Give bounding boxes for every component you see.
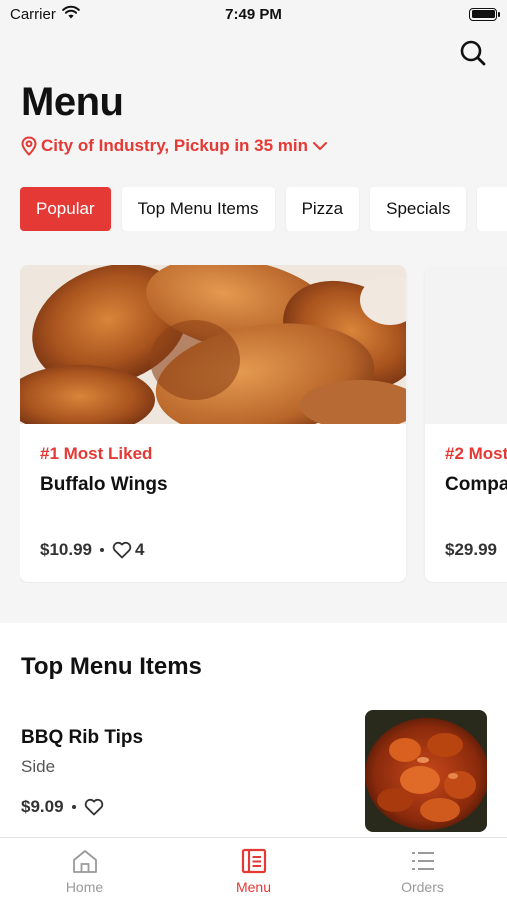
tab-pizza[interactable]: Pizza — [285, 187, 360, 231]
menu-book-icon — [241, 848, 267, 874]
bbq-rib-tips-image — [365, 710, 487, 832]
menu-item[interactable]: BBQ Rib Tips Side $9.09 — [0, 709, 507, 837]
tabbar-orders[interactable]: Orders — [338, 838, 507, 900]
section-title: Top Menu Items — [21, 653, 202, 680]
item-meta: $9.09 — [21, 797, 104, 817]
like-button[interactable] — [84, 798, 104, 816]
top-menu-section: Top Menu Items BBQ Rib Tips Side $9.09 — [0, 623, 507, 837]
card-meta: $29.99 — [445, 540, 497, 560]
carrier-label: Carrier — [10, 5, 56, 23]
home-icon — [71, 848, 99, 874]
featured-carousel[interactable]: #1 Most Liked Buffalo Wings $10.99 4 #2 … — [20, 265, 507, 583]
tab-label: Specials — [386, 199, 451, 218]
likes-group[interactable]: 4 — [112, 540, 144, 560]
tab-label: Pizza — [301, 199, 344, 218]
item-price: $9.09 — [21, 797, 64, 816]
tabbar-label: Menu — [235, 879, 272, 895]
heart-icon — [84, 798, 103, 816]
list-icon — [410, 848, 436, 874]
card-body: #1 Most Liked Buffalo Wings $10.99 4 — [20, 424, 406, 582]
separator-dot — [71, 805, 76, 809]
tabbar-home[interactable]: Home — [0, 838, 169, 900]
search-button[interactable] — [456, 36, 490, 70]
category-tabs: Popular Top Menu Items Pizza Specials — [20, 187, 507, 231]
separator-dot — [100, 548, 104, 552]
card-rank: #2 Most Liked — [445, 444, 507, 463]
tab-label: Popular — [36, 199, 95, 218]
card-price: $29.99 — [445, 540, 497, 559]
tabbar-label: Orders — [401, 879, 444, 895]
tab-specials[interactable]: Specials — [370, 187, 467, 231]
card-title: Buffalo Wings — [40, 474, 168, 495]
card-price: $10.99 — [40, 540, 92, 559]
card-rank: #1 Most Liked — [40, 444, 153, 463]
card-body: #2 Most Liked Compa $29.99 — [425, 424, 507, 582]
tab-top-menu-items[interactable]: Top Menu Items — [121, 187, 275, 231]
tab-label: Top Menu Items — [137, 199, 259, 218]
bottom-tab-bar: Home Menu Orders — [0, 837, 507, 900]
location-label: City of Industry, Pickup in 35 min — [41, 136, 309, 155]
likes-count: 4 — [135, 540, 145, 559]
battery-icon — [469, 7, 500, 21]
item-category: Side — [21, 757, 56, 776]
heart-icon — [112, 541, 132, 559]
search-icon — [460, 40, 486, 66]
status-bar: Carrier 7:49 PM — [0, 0, 507, 28]
featured-card[interactable]: #1 Most Liked Buffalo Wings $10.99 4 — [20, 265, 406, 582]
wifi-icon — [62, 5, 80, 23]
chevron-down-icon — [313, 142, 328, 150]
location-selector[interactable]: City of Industry, Pickup in 35 min — [21, 136, 328, 156]
tabbar-label: Home — [65, 879, 104, 895]
tab-more[interactable] — [477, 187, 507, 231]
featured-card[interactable]: #2 Most Liked Compa $29.99 — [425, 265, 507, 582]
buffalo-wings-image — [20, 265, 406, 424]
tab-popular[interactable]: Popular — [20, 187, 111, 231]
carrier-group: Carrier — [10, 5, 80, 23]
item-name: BBQ Rib Tips — [21, 727, 144, 748]
page-title: Menu — [21, 80, 124, 124]
location-pin-icon — [21, 136, 37, 156]
tabbar-menu[interactable]: Menu — [169, 838, 338, 900]
card-image-placeholder — [425, 265, 507, 424]
card-meta: $10.99 4 — [40, 540, 144, 560]
card-title: Compa — [445, 474, 507, 495]
